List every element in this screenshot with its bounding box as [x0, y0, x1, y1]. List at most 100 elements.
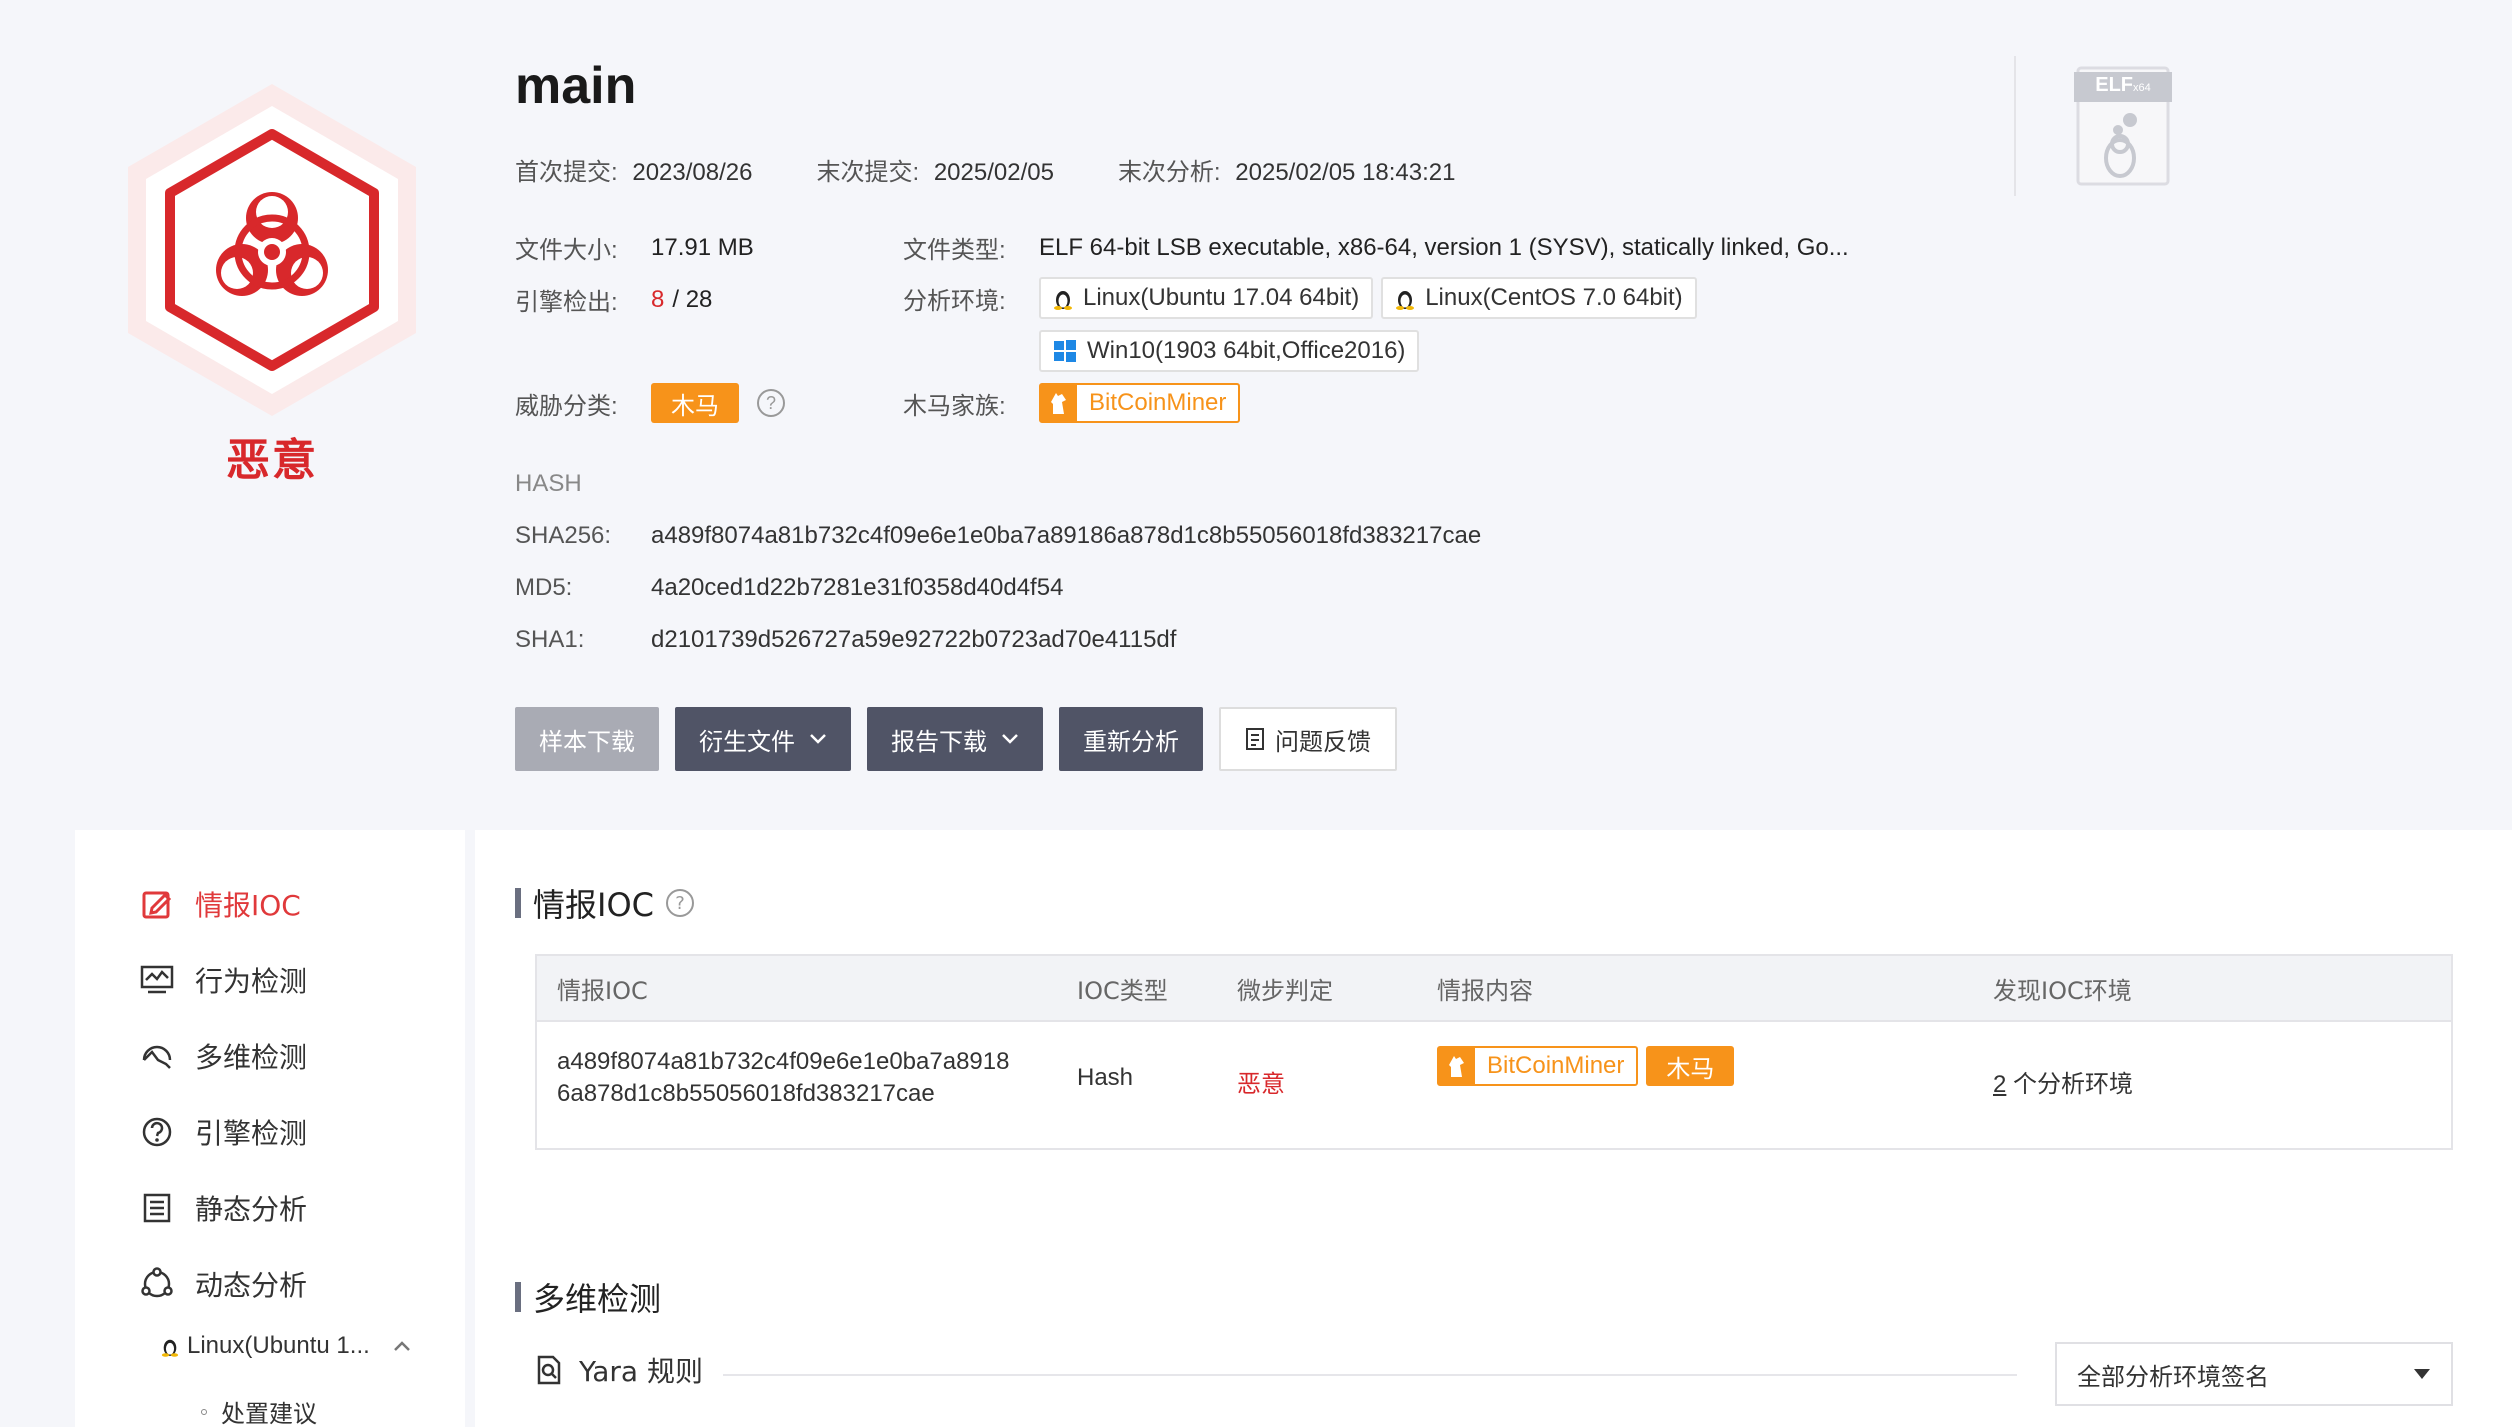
file-size-row: 文件大小: 17.91 MB [515, 230, 754, 265]
radar-icon [139, 1038, 175, 1074]
ioc-table-header: 情报IOC IOC类型 微步判定 情报内容 发现IOC环境 [537, 956, 2451, 1022]
env-signature-select[interactable]: 全部分析环境签名 [2055, 1342, 2453, 1406]
chevron-down-icon [810, 734, 826, 744]
sha1-row: SHA1: d2101739d526727a59e92722b0723ad70e… [515, 626, 1176, 654]
last-submit-label: 末次提交: [816, 159, 920, 186]
sidebar-sub-env[interactable]: Linux(Ubuntu 1... [161, 1332, 412, 1360]
yara-rules-label: Yara 规则 [579, 1355, 703, 1388]
sidebar-sub-disposal-label: 处置建议 [221, 1401, 317, 1427]
ioc-value-line2[interactable]: 6a878d1c8b55056018fd383217cae [557, 1080, 935, 1108]
env-count-suffix: 个分析环境 [2006, 1071, 2134, 1098]
chevron-up-icon[interactable] [392, 1339, 412, 1353]
sidebar-item-static[interactable]: 静态分析 [139, 1188, 307, 1228]
family-tag[interactable]: BitCoinMiner [1039, 383, 1241, 423]
linux-icon [161, 1339, 179, 1357]
env-tag-ubuntu[interactable]: Linux(Ubuntu 17.04 64bit) [1039, 277, 1374, 319]
question-circle-icon [139, 1114, 175, 1150]
file-size-label: 文件大小: [515, 237, 618, 264]
family-tag[interactable]: BitCoinMiner [1437, 1046, 1639, 1086]
sha256-value[interactable]: a489f8074a81b732c4f09e6e1e0ba7a89186a878… [651, 522, 1481, 550]
ioc-section-title: 情报IOC ? [515, 880, 694, 926]
engine-hits-total: / 28 [672, 285, 713, 313]
ioc-section-title-text: 情报IOC [533, 886, 654, 924]
last-submit: 末次提交: 2025/02/05 [816, 152, 1053, 187]
threat-row: 威胁分类: 木马 ? [515, 383, 785, 423]
document-edit-icon [1246, 728, 1264, 750]
verdict-badge: 恶意 [112, 80, 432, 488]
sidebar-item-label: 多维检测 [195, 1041, 308, 1074]
divider [723, 1374, 2017, 1376]
linux-icon [1054, 291, 1072, 310]
feedback-button[interactable]: 问题反馈 [1219, 707, 1397, 771]
trojan-horse-icon [1439, 1048, 1475, 1084]
env-tag-ubuntu-label: Linux(Ubuntu 17.04 64bit) [1083, 284, 1360, 311]
engine-hits-count: 8 [651, 285, 665, 313]
sample-download-label: 样本下载 [539, 727, 635, 756]
action-bar: 样本下载 衍生文件 报告下载 重新分析 问题反馈 [515, 707, 1397, 771]
report-download-button[interactable]: 报告下载 [867, 707, 1043, 771]
section-bar [515, 888, 521, 918]
env-count-link[interactable]: 2 [1993, 1071, 2006, 1098]
column-header-verdict: 微步判定 [1237, 976, 1333, 1005]
family-tag-label: BitCoinMiner [1089, 389, 1227, 416]
sidebar-item-label: 动态分析 [195, 1269, 308, 1302]
derived-files-button[interactable]: 衍生文件 [675, 707, 851, 771]
family-row: 木马家族: BitCoinMiner [903, 383, 1241, 423]
first-submit: 首次提交: 2023/08/26 [515, 152, 752, 187]
sha1-value[interactable]: d2101739d526727a59e92722b0723ad70e4115df [651, 626, 1176, 654]
trojan-horse-icon [1041, 385, 1077, 421]
md5-value[interactable]: 4a20ced1d22b7281e31f0358d40d4f54 [651, 574, 1063, 602]
submission-dates: 首次提交: 2023/08/26 末次提交: 2025/02/05 末次分析: … [515, 152, 1456, 187]
env-tag-centos[interactable]: Linux(CentOS 7.0 64bit) [1381, 277, 1697, 319]
bullet-icon [201, 1408, 207, 1415]
sidebar-item-multi[interactable]: 多维检测 [139, 1036, 307, 1076]
sidebar: 情报IOC 行为检测 多维检测 引擎检测 静态分析 动态分析 Linux(Ubu… [75, 830, 465, 1427]
edit-square-icon [139, 886, 175, 922]
elf-badge-text: ELF [2095, 74, 2134, 96]
analysis-env-row: 分析环境: Linux(Ubuntu 17.04 64bit) Linux(Ce… [903, 277, 1697, 319]
md5-row: MD5: 4a20ced1d22b7281e31f0358d40d4f54 [515, 574, 1063, 602]
elf-file-icon: ELFx64 [2074, 64, 2172, 188]
ioc-content-tags: BitCoinMiner 木马 [1437, 1046, 1735, 1086]
document-search-icon [537, 1355, 561, 1385]
sidebar-item-engine[interactable]: 引擎检测 [139, 1112, 307, 1152]
sidebar-item-ioc[interactable]: 情报IOC [139, 884, 301, 924]
threat-tag: 木马 [651, 383, 739, 423]
sha256-label: SHA256: [515, 522, 612, 549]
ioc-verdict: 恶意 [1237, 1071, 1285, 1098]
engine-hits-label: 引擎检出: [515, 289, 618, 316]
ioc-type: Hash [1077, 1064, 1134, 1091]
file-name: main [515, 57, 637, 115]
column-header-type: IOC类型 [1077, 976, 1168, 1005]
ioc-env-cell: 2 个分析环境 [1993, 1064, 2133, 1099]
reanalyze-label: 重新分析 [1083, 727, 1179, 756]
column-header-ioc: 情报IOC [557, 976, 648, 1005]
caret-down-icon [2414, 1369, 2430, 1379]
family-tag-label: BitCoinMiner [1487, 1052, 1625, 1079]
sample-download-button[interactable]: 样本下载 [515, 707, 659, 771]
sidebar-sub-disposal[interactable]: 处置建议 [201, 1394, 317, 1427]
sidebar-item-label: 行为检测 [195, 965, 308, 998]
column-header-content: 情报内容 [1437, 976, 1533, 1005]
last-analysis-value: 2025/02/05 18:43:21 [1235, 159, 1456, 186]
first-submit-label: 首次提交: [515, 159, 618, 186]
linux-icon [1396, 291, 1415, 310]
sidebar-item-label: 引擎检测 [195, 1117, 308, 1150]
help-icon[interactable]: ? [757, 389, 785, 417]
verdict-label: 恶意 [226, 435, 318, 486]
sidebar-item-dynamic[interactable]: 动态分析 [139, 1264, 307, 1304]
help-icon[interactable]: ? [665, 889, 694, 917]
multi-section-title: 多维检测 [515, 1274, 661, 1320]
reanalyze-button[interactable]: 重新分析 [1059, 707, 1203, 771]
ioc-value-line1[interactable]: a489f8074a81b732c4f09e6e1e0ba7a8918 [557, 1048, 1009, 1076]
env-tag-win10[interactable]: Win10(1903 64bit,Office2016) [1039, 330, 1420, 372]
monitor-pulse-icon [139, 962, 175, 998]
sidebar-item-label: 情报IOC [195, 889, 301, 922]
file-type-value: ELF 64-bit LSB executable, x86-64, versi… [1039, 233, 1849, 261]
file-type-label: 文件类型: [903, 237, 1006, 264]
analysis-env-row-2: Win10(1903 64bit,Office2016) [1039, 330, 1420, 372]
sidebar-item-behavior[interactable]: 行为检测 [139, 960, 307, 1000]
threat-tag: 木马 [1646, 1046, 1735, 1086]
multi-section-title-text: 多维检测 [533, 1280, 662, 1318]
sidebar-sub-env-label: Linux(Ubuntu 1... [187, 1332, 370, 1359]
